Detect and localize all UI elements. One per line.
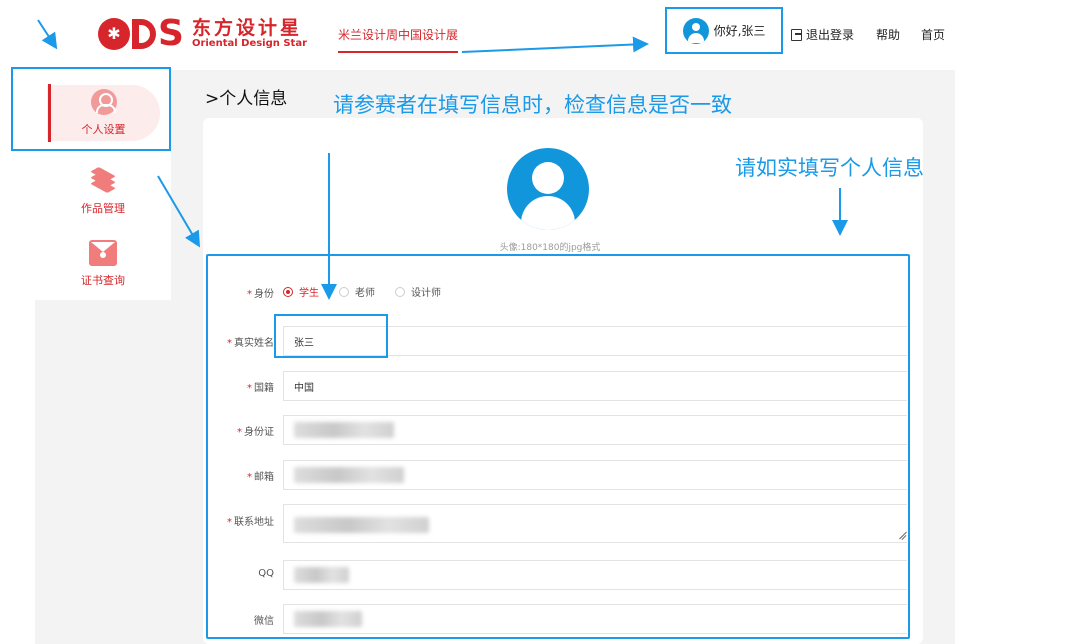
help-link[interactable]: 帮助: [876, 26, 900, 43]
sidebar-item-label: 证书查询: [81, 274, 125, 287]
logo-text: 东方设计星 Oriental Design Star: [192, 18, 307, 50]
logo-o-shape: [98, 18, 130, 50]
truthful-info-annotation: 请如实填写个人信息: [735, 156, 924, 180]
user-avatar-icon: [682, 17, 709, 44]
logout-icon: [791, 28, 802, 41]
logout-label: 退出登录: [806, 28, 855, 42]
brand-name-cn: 东方设计星: [191, 17, 302, 39]
check-info-annotation: 请参赛者在填写信息时，检查信息是否一致: [333, 93, 732, 117]
home-link[interactable]: 首页: [921, 26, 945, 43]
help-label: 帮助: [876, 28, 901, 42]
sidebar-highlight-box: [11, 67, 171, 151]
page-title: >个人信息: [205, 89, 288, 109]
sidebar-item-label: 作品管理: [81, 202, 125, 215]
top-header: S 东方设计星 Oriental Design Star 米兰设计周中国设计展 …: [0, 0, 955, 70]
milan-design-week-link[interactable]: 米兰设计周中国设计展: [338, 26, 459, 53]
sidebar-item-certificate-query[interactable]: 证书查询: [35, 228, 171, 300]
sidebar-item-works-management[interactable]: 作品管理: [35, 156, 171, 228]
ods-logo-mark: S: [98, 13, 184, 54]
logo-d-shape: [132, 19, 156, 49]
logo-s-shape: S: [158, 13, 184, 54]
name-highlight-box: [274, 314, 388, 358]
profile-avatar-upload[interactable]: [507, 148, 589, 230]
form-highlight-frame: [206, 254, 910, 639]
logout-button[interactable]: 退出登录: [791, 26, 854, 43]
envelope-icon: [89, 240, 117, 266]
brand-name-en: Oriental Design Star: [191, 38, 308, 49]
brand-logo[interactable]: S 东方设计星 Oriental Design Star: [98, 16, 307, 52]
avatar-hint: 头像:180*180的jpg格式: [499, 243, 601, 253]
home-label: 首页: [921, 28, 946, 42]
user-profile-menu[interactable]: 你好,张三: [665, 7, 783, 54]
layers-icon: [89, 166, 117, 194]
user-greeting: 你好,张三: [713, 24, 766, 38]
